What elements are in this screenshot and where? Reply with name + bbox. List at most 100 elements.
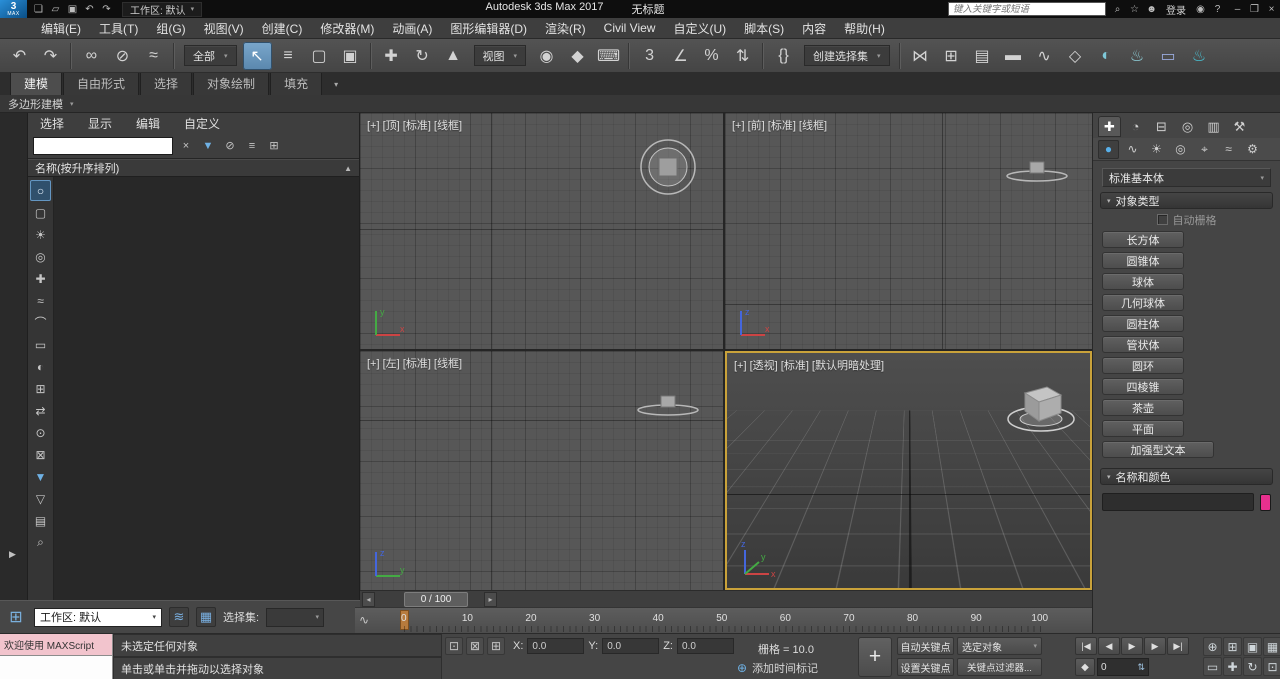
filter-clear-icon[interactable]: ▽ — [30, 488, 51, 509]
torus-object[interactable] — [1001, 157, 1073, 187]
select-by-name-icon[interactable]: ≡ — [274, 42, 303, 70]
select-and-scale-icon[interactable]: ▲ — [439, 42, 468, 70]
object-type-button[interactable]: 球体 — [1102, 273, 1184, 290]
add-time-tag[interactable]: ⊕ 添加时间标记 — [737, 660, 818, 676]
zoom-region-icon[interactable]: ▭ — [1203, 657, 1222, 676]
object-type-button[interactable]: 加强型文本 — [1102, 441, 1214, 458]
workspace-selector[interactable]: 工作区: 默认 ▾ — [34, 608, 162, 627]
render-setup-icon[interactable]: ♨ — [1123, 42, 1152, 70]
viewport-layout-tabs-icon[interactable]: ⊞ — [5, 607, 27, 627]
geometry-category-icon[interactable]: ● — [1098, 140, 1119, 159]
layer-explorer-icon[interactable]: ▤ — [968, 42, 997, 70]
snaps-toggle-icon[interactable]: 3 — [635, 42, 664, 70]
select-and-rotate-icon[interactable]: ↻ — [408, 42, 437, 70]
box-torus-object[interactable] — [999, 375, 1083, 437]
selection-filter-dropdown[interactable]: 全部 ▾ — [184, 45, 237, 66]
configure-columns-icon[interactable]: ▤ — [30, 510, 51, 531]
x-coordinate-field[interactable]: 0.0 — [527, 638, 584, 654]
mirror-icon[interactable]: ⋈ — [906, 42, 935, 70]
redo-icon[interactable]: ↷ — [36, 42, 65, 70]
z-coordinate-field[interactable]: 0.0 — [677, 638, 734, 654]
ribbon-panel-title[interactable]: 多边形建模 — [8, 96, 63, 112]
maximize-viewport-toggle-icon[interactable]: ⊡ — [1263, 657, 1280, 676]
set-key-button[interactable]: 设置关键点 — [897, 658, 954, 676]
favorites-star-icon[interactable]: ☆ — [1126, 1, 1143, 17]
select-object-icon[interactable]: ↖ — [243, 42, 272, 70]
undo-small-icon[interactable]: ↶ — [81, 1, 98, 17]
name-color-rollout-header[interactable]: ▾ 名称和颜色 — [1100, 468, 1273, 485]
object-type-button[interactable]: 长方体 — [1102, 231, 1184, 248]
maxscript-mini-listener[interactable]: 欢迎使用 MAXScript — [0, 634, 113, 679]
object-type-button[interactable]: 圆柱体 — [1102, 315, 1184, 332]
utilities-tab-icon[interactable]: ⚒ — [1228, 116, 1251, 137]
modify-tab-icon[interactable]: ◔ — [1124, 116, 1147, 137]
key-filters-button[interactable]: 关键点过滤器... — [957, 658, 1042, 676]
open-file-icon[interactable]: ▱ — [47, 1, 64, 17]
percent-snap-icon[interactable]: % — [697, 42, 726, 70]
menu-item[interactable]: 创建(C) — [253, 18, 312, 38]
render-production-icon[interactable]: ♨ — [1185, 42, 1214, 70]
rendered-frame-window-icon[interactable]: ▭ — [1154, 42, 1183, 70]
viewport-label[interactable]: [+] [前] [标准] [线框] — [732, 117, 827, 133]
menu-item[interactable]: 渲染(R) — [536, 18, 595, 38]
curve-editor-icon[interactable]: ∿ — [1030, 42, 1059, 70]
search-input[interactable] — [949, 3, 1105, 15]
workspace-dropdown[interactable]: 工作区: 默认 ▾ — [122, 2, 202, 17]
redo-small-icon[interactable]: ↷ — [98, 1, 115, 17]
display-space-warps-icon[interactable]: ≈ — [30, 290, 51, 311]
menu-item[interactable]: 工具(T) — [90, 18, 147, 38]
window-crossing-toggle-icon[interactable]: ▣ — [336, 42, 365, 70]
viewport-tabs-flyout-icon[interactable]: ▶ — [9, 549, 16, 560]
display-tab-icon[interactable]: ▥ — [1202, 116, 1225, 137]
restore-window-icon[interactable]: ❐ — [1246, 1, 1263, 17]
motion-tab-icon[interactable]: ◎ — [1176, 116, 1199, 137]
offset-mode-icon[interactable]: ⊞ — [487, 637, 505, 655]
viewport-perspective[interactable]: [+] [透视] [标准] [默认明暗处理] z x y — [725, 351, 1092, 590]
user-icon[interactable]: ☻ — [1143, 1, 1160, 17]
object-type-button[interactable]: 圆锥体 — [1102, 252, 1184, 269]
3dsmax-logo-icon[interactable]: 3 MAX — [0, 0, 27, 18]
menu-item[interactable]: 组(G) — [147, 18, 194, 38]
lights-category-icon[interactable]: ☀ — [1146, 140, 1167, 159]
ribbon-tab[interactable]: 对象绘制 — [193, 71, 269, 95]
subcategory-dropdown[interactable]: 标准基本体 ▾ — [1102, 168, 1271, 187]
hierarchy-tab-icon[interactable]: ⊟ — [1150, 116, 1173, 137]
set-keys-button[interactable]: + — [858, 637, 892, 677]
menu-item[interactable]: 内容 — [793, 18, 835, 38]
communication-center-icon[interactable]: ◉ — [1192, 1, 1209, 17]
material-editor-icon[interactable]: ◐ — [1092, 42, 1121, 70]
bind-to-space-warp-icon[interactable]: ≈ — [139, 42, 168, 70]
time-slider-next-icon[interactable]: ▸ — [484, 592, 497, 607]
create-tab-icon[interactable]: ✚ — [1098, 116, 1121, 137]
display-containers-icon[interactable]: ▭ — [30, 334, 51, 355]
spinner-icon[interactable]: ⇅ — [1137, 662, 1145, 673]
time-slider-prev-icon[interactable]: ◂ — [362, 592, 375, 607]
zoom-extents-icon[interactable]: ▣ — [1243, 637, 1262, 656]
menu-item[interactable]: 图形编辑器(D) — [441, 18, 536, 38]
cameras-category-icon[interactable]: ◎ — [1170, 140, 1191, 159]
display-lights-icon[interactable]: ☀ — [30, 224, 51, 245]
object-type-rollout-header[interactable]: ▾ 对象类型 — [1100, 192, 1273, 209]
filter-selected-icon[interactable]: ▼ — [30, 466, 51, 487]
menu-item[interactable]: 帮助(H) — [835, 18, 894, 38]
mini-curve-editor-icon[interactable]: ∿ — [359, 613, 369, 627]
ribbon-tab[interactable]: 自由形式 — [63, 71, 139, 95]
time-slider-handle[interactable]: 0 / 100 — [404, 592, 468, 607]
display-materials-icon[interactable]: ◐ — [30, 356, 51, 377]
keyboard-shortcut-override-icon[interactable]: ⌨ — [594, 42, 623, 70]
spinner-snap-icon[interactable]: ⇅ — [728, 42, 757, 70]
object-type-button[interactable]: 四棱锥 — [1102, 378, 1184, 395]
object-type-button[interactable]: 圆环 — [1102, 357, 1184, 374]
previous-frame-icon[interactable]: ◀ — [1098, 637, 1120, 655]
unlink-selection-icon[interactable]: ⊘ — [108, 42, 137, 70]
display-shapes-icon[interactable]: ▢ — [30, 202, 51, 223]
next-frame-icon[interactable]: ▶ — [1144, 637, 1166, 655]
explorer-search-input[interactable] — [33, 137, 173, 155]
select-and-link-icon[interactable]: ∞ — [77, 42, 106, 70]
menu-item[interactable]: Civil View — [595, 18, 665, 38]
select-and-manipulate-icon[interactable]: ◆ — [563, 42, 592, 70]
go-to-start-icon[interactable]: |◀ — [1075, 637, 1097, 655]
viewport-left[interactable]: [+] [左] [标准] [线框] y z — [360, 351, 723, 590]
torus-object[interactable] — [632, 131, 704, 203]
minimize-window-icon[interactable]: – — [1229, 1, 1246, 17]
